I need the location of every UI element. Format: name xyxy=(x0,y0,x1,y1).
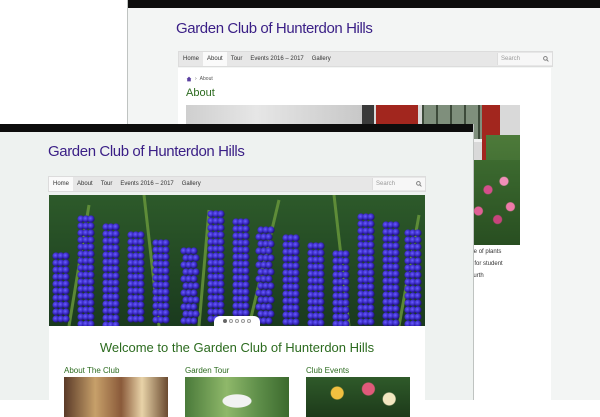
nav-item-events[interactable]: Events 2016 – 2017 xyxy=(246,52,307,66)
window-top-bar xyxy=(0,124,473,132)
club-events-column: Club Events xyxy=(306,366,410,417)
slider-dot[interactable] xyxy=(247,319,251,323)
about-club-column: About The Club xyxy=(64,366,168,417)
search-placeholder: Search xyxy=(501,56,521,62)
column-title[interactable]: Club Events xyxy=(306,366,410,375)
nav-item-tour[interactable]: Tour xyxy=(227,52,247,66)
breadcrumb-current: About xyxy=(199,76,213,82)
home-page-window: Garden Club of Hunterdon Hills Home Abou… xyxy=(0,124,474,417)
nav-item-tour[interactable]: Tour xyxy=(97,177,117,191)
hero-slider[interactable] xyxy=(49,195,425,326)
club-members-photo[interactable] xyxy=(64,377,168,417)
window-top-bar xyxy=(128,0,600,8)
search-input[interactable]: Search xyxy=(372,178,425,190)
slider-dot[interactable] xyxy=(223,319,227,323)
home-content: Welcome to the Garden Club of Hunterdon … xyxy=(49,326,425,417)
search-placeholder: Search xyxy=(376,181,396,187)
column-title[interactable]: About The Club xyxy=(64,366,168,375)
welcome-heading: Welcome to the Garden Club of Hunterdon … xyxy=(99,340,375,355)
slider-dot[interactable] xyxy=(241,319,245,323)
garden-tour-column: Garden Tour xyxy=(185,366,289,417)
nav-item-events[interactable]: Events 2016 – 2017 xyxy=(116,177,177,191)
home-icon[interactable] xyxy=(186,76,192,82)
search-icon[interactable] xyxy=(543,56,549,62)
flower-arrangement-photo[interactable] xyxy=(306,377,410,417)
nav-item-about[interactable]: About xyxy=(73,177,97,191)
main-nav: Home About Tour Events 2016 – 2017 Galle… xyxy=(48,176,426,192)
nav-item-about[interactable]: About xyxy=(203,52,227,66)
page-title: About xyxy=(186,87,215,99)
nav-item-home[interactable]: Home xyxy=(49,177,74,191)
slider-pagination xyxy=(214,316,260,326)
slider-dot[interactable] xyxy=(229,319,233,323)
search-input[interactable]: Search xyxy=(497,53,552,65)
grape-hyacinth-photo xyxy=(49,195,425,326)
garden-gate-photo[interactable] xyxy=(185,377,289,417)
nav-item-gallery[interactable]: Gallery xyxy=(308,52,335,66)
chevron-right-icon: › xyxy=(195,76,197,82)
site-title[interactable]: Garden Club of Hunterdon Hills xyxy=(176,20,373,37)
main-nav: Home About Tour Events 2016 – 2017 Galle… xyxy=(178,51,553,67)
slider-dot[interactable] xyxy=(235,319,239,323)
nav-item-home[interactable]: Home xyxy=(179,52,203,66)
nav-item-gallery[interactable]: Gallery xyxy=(178,177,205,191)
column-title[interactable]: Garden Tour xyxy=(185,366,289,375)
search-icon[interactable] xyxy=(416,181,422,187)
site-title[interactable]: Garden Club of Hunterdon Hills xyxy=(48,143,245,160)
breadcrumb: › About xyxy=(186,76,213,82)
